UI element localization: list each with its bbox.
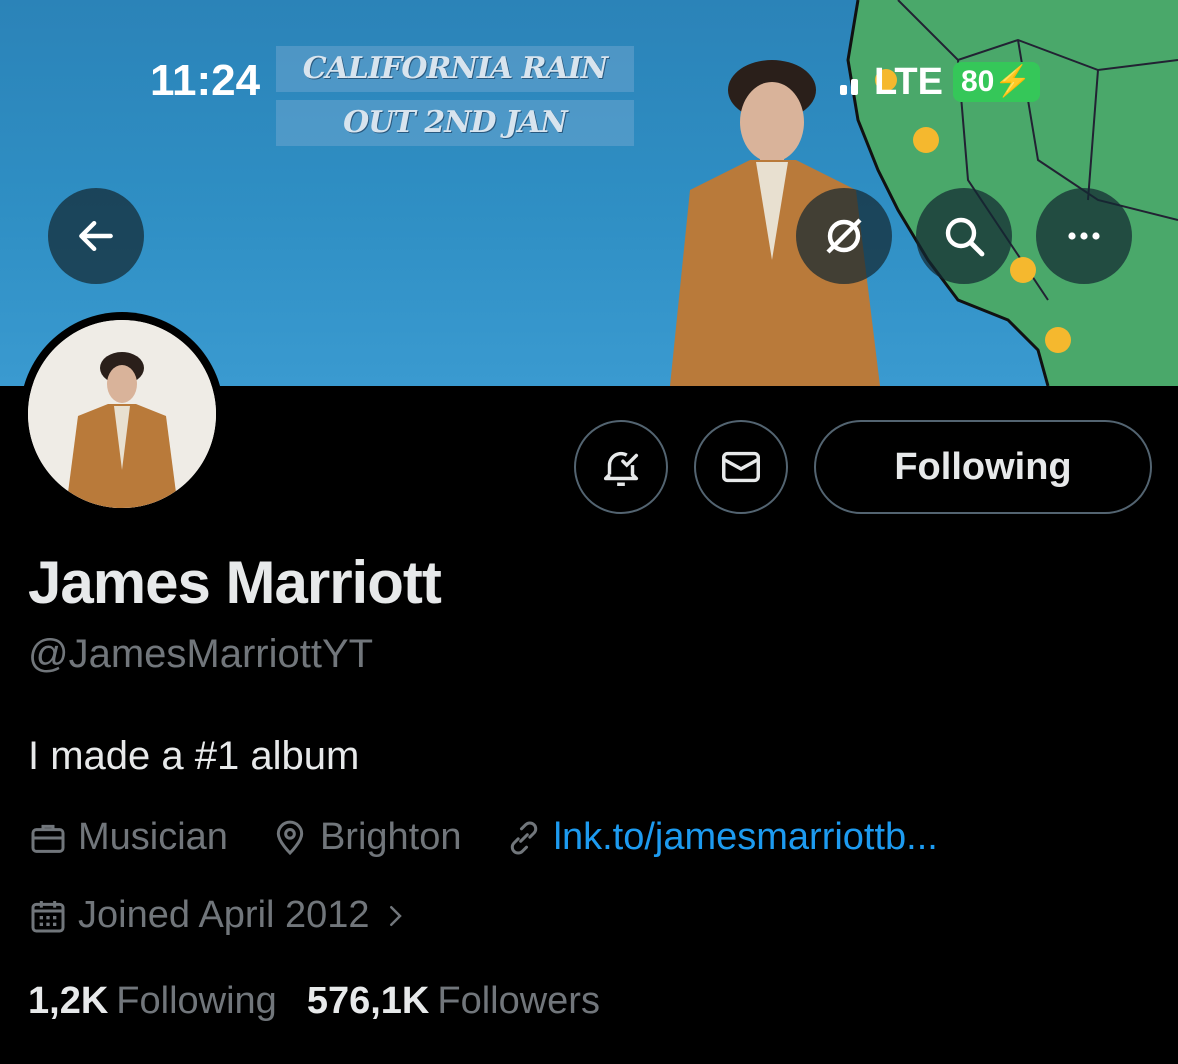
banner-title-line2: OUT 2ND JAN (276, 100, 634, 146)
followers-label: Followers (437, 980, 600, 1022)
followers-stat[interactable]: 576,1K Followers (307, 980, 600, 1023)
message-button[interactable] (694, 420, 788, 514)
following-count: 1,2K (28, 980, 109, 1022)
link-icon (510, 821, 537, 854)
website-item[interactable]: lnk.to/jamesmarriottb... (504, 816, 938, 859)
status-bar-right: LTE 80⚡ (840, 60, 1040, 104)
following-label: Following (116, 980, 277, 1022)
chevron-right-icon (389, 905, 402, 926)
profile-avatar[interactable] (20, 312, 224, 516)
occupation-text: Musician (78, 816, 228, 858)
status-time: 11:24 (150, 56, 261, 105)
profile-handle: @JamesMarriottYT (28, 632, 374, 676)
charging-icon: ⚡ (994, 65, 1032, 98)
envelope-icon (722, 451, 760, 483)
website-link[interactable]: lnk.to/jamesmarriottb... (554, 816, 938, 859)
avatar-image (28, 320, 216, 508)
search-button[interactable] (916, 188, 1012, 284)
joined-text: Joined April 2012 (78, 894, 370, 936)
grok-button[interactable] (796, 188, 892, 284)
location-text: Brighton (319, 816, 462, 858)
joined-item[interactable]: Joined April 2012 (28, 894, 410, 937)
more-options-button[interactable] (1036, 188, 1132, 284)
follow-stats: 1,2K Following 576,1K Followers (28, 980, 600, 1023)
network-label: LTE (874, 60, 943, 103)
avatar-person-graphic (28, 320, 216, 508)
location-item: Brighton (270, 816, 462, 859)
banner-title-line1: CALIFORNIA RAIN (276, 46, 634, 92)
battery-indicator: 80⚡ (952, 62, 1040, 102)
profile-meta-row: Musician Brighton lnk.to/jamesmarriottb.… (28, 816, 980, 859)
battery-level: 80 (960, 65, 995, 98)
briefcase-icon (31, 824, 65, 853)
signal-icon (840, 69, 858, 95)
bell-check-icon (603, 451, 639, 486)
followers-count: 576,1K (306, 980, 430, 1022)
calendar-icon (31, 900, 65, 932)
more-horizontal-icon (1068, 232, 1100, 240)
search-icon (945, 217, 985, 257)
profile-bio: I made a #1 album (28, 734, 360, 778)
notifications-button[interactable] (574, 420, 668, 514)
following-button[interactable]: Following (814, 420, 1152, 514)
arrow-left-icon (79, 220, 113, 252)
joined-row[interactable]: Joined April 2012 (28, 894, 452, 937)
grok-icon (826, 218, 862, 254)
back-button[interactable] (48, 188, 144, 284)
location-pin-icon (276, 820, 304, 855)
profile-name: James Marriott (28, 549, 442, 616)
occupation-item: Musician (28, 816, 228, 859)
following-stat[interactable]: 1,2K Following (28, 980, 277, 1023)
